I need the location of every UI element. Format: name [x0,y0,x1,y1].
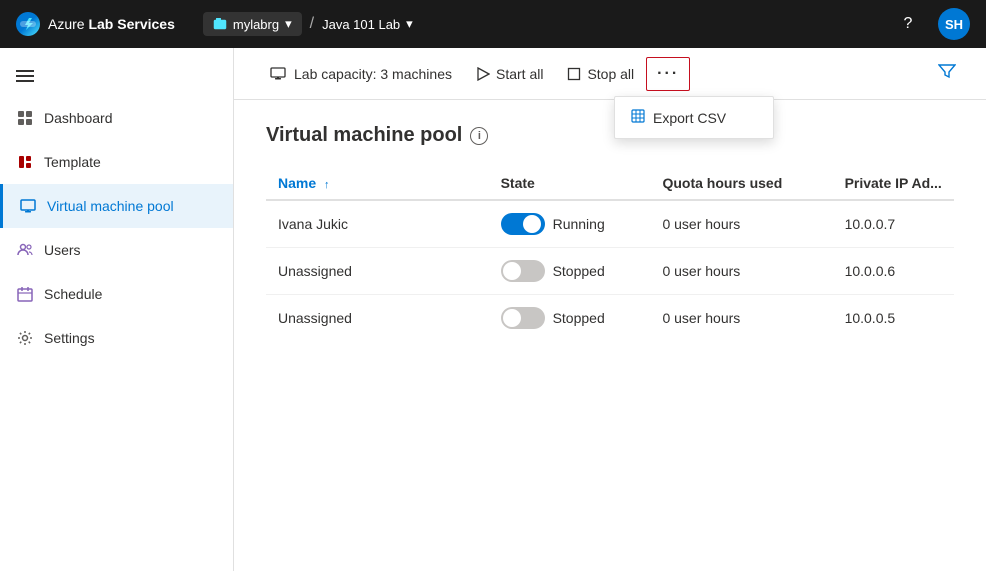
sidebar-item-label: Template [44,154,101,170]
sidebar-item-virtual-machine-pool[interactable]: Virtual machine pool [0,184,233,228]
cell-quota: 0 user hours [650,295,832,342]
sort-arrow: ↑ [324,179,330,191]
breadcrumb-chevron: ▾ [285,16,292,32]
col-header-state: State [489,167,651,200]
sidebar: Dashboard Template Virtual [0,48,234,571]
sidebar-item-settings[interactable]: Settings [0,316,233,360]
breadcrumb-lab[interactable]: Java 101 Lab ▾ [322,16,413,32]
table-row: Unassigned Stopped 0 user hours10.0.0.5 [266,295,954,342]
cell-quota: 0 user hours [650,248,832,295]
sidebar-collapse-button[interactable] [0,56,233,96]
app-body: Dashboard Template Virtual [0,48,986,571]
top-nav: Azure Lab Services mylabrg ▾ / Java 101 … [0,0,986,48]
main-content: Lab capacity: 3 machines Start all Stop … [234,48,986,571]
sidebar-item-label: Virtual machine pool [47,198,174,214]
filter-button[interactable] [932,57,962,90]
dashboard-icon [16,109,34,127]
cell-quota: 0 user hours [650,200,832,248]
col-header-quota: Quota hours used [650,167,832,200]
toolbar: Lab capacity: 3 machines Start all Stop … [234,48,986,100]
sidebar-item-label: Users [44,242,81,258]
sidebar-item-users[interactable]: Users [0,228,233,272]
vm-toggle[interactable] [501,213,545,235]
capacity-text: Lab capacity: 3 machines [294,66,452,82]
cell-name: Unassigned [266,248,489,295]
more-button[interactable]: ··· [646,57,690,91]
sidebar-item-label: Schedule [44,286,102,302]
nav-right: ? SH [894,8,970,40]
export-csv-icon [631,109,645,126]
sidebar-item-template[interactable]: Template [0,140,233,184]
state-label: Running [553,216,605,232]
vm-toggle[interactable] [501,260,545,282]
page-title: Virtual machine pool i [266,124,954,147]
start-all-label: Start all [496,66,543,82]
user-avatar[interactable]: SH [938,8,970,40]
cell-name: Ivana Jukic [266,200,489,248]
state-label: Stopped [553,263,605,279]
lab-capacity: Lab capacity: 3 machines [258,66,464,82]
toolbar-right [932,57,962,90]
template-icon [16,153,34,171]
table-row: Unassigned Stopped 0 user hours10.0.0.6 [266,248,954,295]
logo-icon [16,12,40,36]
lab-chevron: ▾ [406,16,413,32]
content-area: Virtual machine pool i Name ↑ State Quot… [234,100,986,571]
cell-ip: 10.0.0.7 [833,200,954,248]
export-csv-label: Export CSV [653,110,726,126]
lab-name: Java 101 Lab [322,17,400,32]
users-icon [16,241,34,259]
filter-icon [938,63,956,79]
state-label: Stopped [553,310,605,326]
collapse-icon [16,69,34,83]
sidebar-item-schedule[interactable]: Schedule [0,272,233,316]
info-icon[interactable]: i [470,127,488,145]
start-all-button[interactable]: Start all [464,56,555,92]
capacity-monitor-icon [270,67,286,81]
cell-ip: 10.0.0.5 [833,295,954,342]
cell-state: Running [489,200,651,248]
table-row: Ivana Jukic Running 0 user hours10.0.0.7 [266,200,954,248]
export-csv-item[interactable]: Export CSV [615,101,773,134]
monitor-icon [19,197,37,215]
more-label: ··· [657,65,679,83]
help-button[interactable]: ? [894,10,922,38]
export-dropdown: Export CSV [614,96,774,139]
sidebar-item-dashboard[interactable]: Dashboard [0,96,233,140]
cell-name: Unassigned [266,295,489,342]
settings-icon [16,329,34,347]
breadcrumb-separator: / [310,15,314,33]
app-name: Azure Lab Services [48,16,175,32]
breadcrumb: mylabrg ▾ / Java 101 Lab ▾ [203,12,413,36]
stop-all-label: Stop all [587,66,634,82]
cell-ip: 10.0.0.6 [833,248,954,295]
calendar-icon [16,285,34,303]
cell-state: Stopped [489,295,651,342]
app-logo: Azure Lab Services [16,12,175,36]
sidebar-item-label: Settings [44,330,95,346]
start-icon [476,67,490,81]
resource-group-icon [213,17,227,31]
col-header-ip: Private IP Ad... [833,167,954,200]
cell-state: Stopped [489,248,651,295]
breadcrumb-group-name: mylabrg [233,17,279,32]
stop-icon [567,67,581,81]
stop-all-button[interactable]: Stop all [555,56,646,92]
sidebar-item-label: Dashboard [44,110,113,126]
vm-toggle[interactable] [501,307,545,329]
col-header-name: Name ↑ [266,167,489,200]
breadcrumb-group[interactable]: mylabrg ▾ [203,12,302,36]
vm-table: Name ↑ State Quota hours used Private IP… [266,167,954,341]
